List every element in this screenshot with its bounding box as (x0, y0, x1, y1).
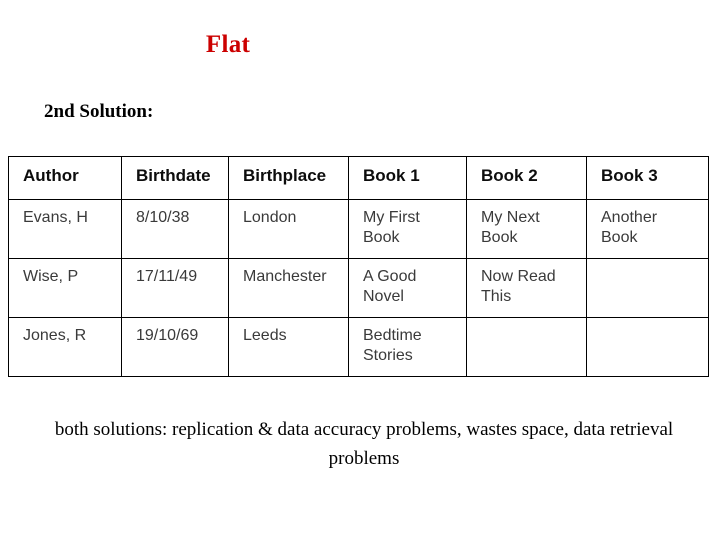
cell-book1: My First Book (348, 199, 467, 259)
cell-book2 (466, 317, 587, 377)
cell-book3 (586, 317, 709, 377)
column-header-author: Author (8, 156, 122, 200)
cell-birthplace: Manchester (228, 258, 349, 318)
cell-book2: Now Read This (466, 258, 587, 318)
column-header-book1: Book 1 (348, 156, 467, 200)
column-header-book3: Book 3 (586, 156, 709, 200)
cell-birthdate: 17/11/49 (121, 258, 229, 318)
caption-text: both solutions: replication & data accur… (54, 419, 674, 469)
cell-birthdate: 8/10/38 (121, 199, 229, 259)
cell-author: Wise, P (8, 258, 122, 318)
flat-table-container: Author Birthdate Birthplace Book 1 Book … (8, 156, 709, 377)
table-row: Jones, R 19/10/69 Leeds Bedtime Stories (8, 317, 709, 377)
table-row: Evans, H 8/10/38 London My First Book My… (8, 199, 709, 259)
header-label: Book 2 (481, 166, 538, 185)
header-label: Birthplace (243, 166, 327, 185)
cell-birthplace: London (228, 199, 349, 259)
column-header-book2: Book 2 (466, 156, 587, 200)
cell-book3 (586, 258, 709, 318)
table-row: Wise, P 17/11/49 Manchester A Good Novel… (8, 258, 709, 318)
column-header-birthplace: Birthplace (228, 156, 349, 200)
table-header-row: Author Birthdate Birthplace Book 1 Book … (8, 156, 709, 200)
cell-author: Evans, H (8, 199, 122, 259)
page-title: Flat (205, 31, 251, 58)
header-label: Author (23, 166, 79, 185)
cell-book1: Bedtime Stories (348, 317, 467, 377)
column-header-birthdate: Birthdate (121, 156, 229, 200)
sub-heading: 2nd Solution: (44, 101, 154, 122)
header-label: Book 3 (601, 166, 658, 185)
flat-table: Author Birthdate Birthplace Book 1 Book … (8, 156, 709, 377)
header-label: Book 1 (363, 166, 420, 185)
cell-book2: My Next Book (466, 199, 587, 259)
header-label: Birthdate (136, 166, 211, 185)
cell-book1: A Good Novel (348, 258, 467, 318)
cell-author: Jones, R (8, 317, 122, 377)
cell-book3: Another Book (586, 199, 709, 259)
cell-birthdate: 19/10/69 (121, 317, 229, 377)
cell-birthplace: Leeds (228, 317, 349, 377)
